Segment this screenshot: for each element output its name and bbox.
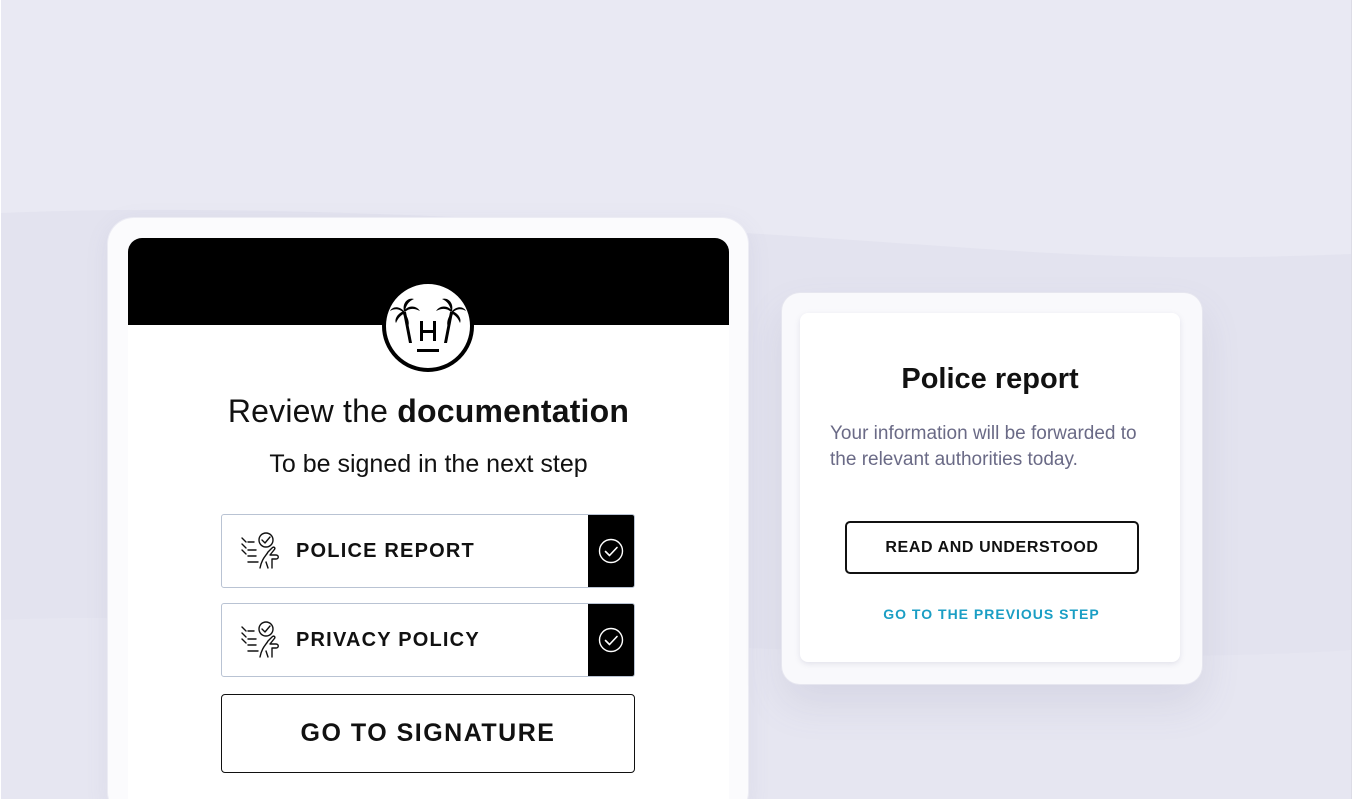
page-title-prefix: Review the [227, 393, 389, 429]
document-row-privacy-policy[interactable]: PRIVACY POLICY [221, 603, 635, 677]
go-to-signature-button[interactable]: GO TO SIGNATURE [221, 694, 635, 773]
dialog-message: Your information will be forwarded to th… [830, 423, 1137, 470]
page-title-emphasis: documentation [397, 393, 630, 429]
previous-step-link[interactable]: GO TO THE PREVIOUS STEP [800, 606, 1183, 622]
modal-mockup: Police report Your information will be f… [782, 293, 1202, 684]
document-status [588, 515, 634, 587]
palm-trees-logo [382, 280, 474, 372]
palm-trees-icon [390, 298, 466, 352]
sign-document-icon [222, 515, 296, 587]
read-and-understood-button[interactable]: READ AND UNDERSTOOD [845, 521, 1139, 574]
background: Review the documentation To be signed in… [1, 0, 1352, 799]
page-title: Review the documentation [128, 393, 729, 430]
document-row-police-report[interactable]: POLICE REPORT [221, 514, 635, 588]
police-report-dialog: Police report Your information will be f… [800, 313, 1180, 662]
check-circle-icon [598, 538, 624, 564]
phone-mockup: Review the documentation To be signed in… [108, 218, 748, 799]
phone-screen: Review the documentation To be signed in… [128, 238, 729, 799]
dialog-title: Police report [901, 363, 1079, 395]
document-label: POLICE REPORT [296, 539, 475, 562]
check-circle-icon [598, 627, 624, 653]
document-status [588, 604, 634, 676]
page-subtitle: To be signed in the next step [269, 450, 588, 478]
document-label: PRIVACY POLICY [296, 628, 480, 651]
sign-document-icon [222, 604, 296, 676]
